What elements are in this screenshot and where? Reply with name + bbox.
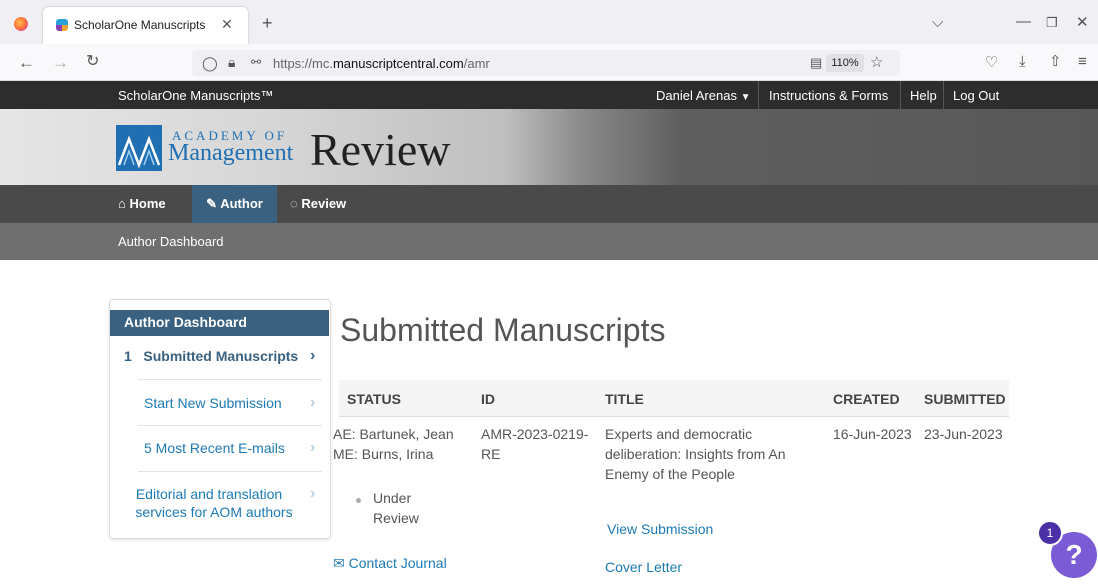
sidebar-item-count: 1 [124, 348, 132, 364]
restore-icon[interactable]: ❐ [1046, 16, 1058, 29]
associate-editor: AE: Bartunek, Jean [333, 426, 454, 442]
help-notification-badge: 1 [1037, 520, 1063, 546]
zoom-level[interactable]: 110% [826, 54, 864, 72]
reload-icon[interactable]: ↻ [86, 54, 99, 70]
column-header-status: STATUS [347, 391, 401, 407]
sidebar-item-start-new-submission[interactable]: Start New Submission › [144, 394, 320, 411]
sidebar-divider [138, 471, 322, 472]
sidebar-divider [138, 425, 322, 426]
sidebar-item-editorial-services[interactable]: Editorial and translation services for A… [134, 485, 320, 520]
new-tab-button[interactable]: + [262, 14, 273, 32]
sidebar-item-label: Submitted Manuscripts [143, 348, 299, 364]
permissions-icon[interactable]: ⚯ [251, 56, 261, 68]
bookmark-star-icon[interactable]: ☆ [870, 55, 883, 70]
brand-label: ScholarOne Manuscripts™ [118, 88, 274, 103]
page-title: Submitted Manuscripts [340, 312, 666, 348]
pocket-icon[interactable]: ♡ [985, 55, 998, 70]
column-header-id: ID [481, 391, 495, 407]
download-icon[interactable]: ⤓ [1019, 54, 1026, 69]
nav-home[interactable]: ⌂ Home [112, 185, 172, 223]
site-favicon-icon [56, 19, 68, 31]
tab-title: ScholarOne Manuscripts [74, 18, 206, 32]
close-window-icon[interactable]: ✕ [1076, 15, 1089, 30]
menu-icon[interactable]: ≡ [1078, 54, 1087, 69]
submitted-date: 23-Jun-2023 [924, 426, 1003, 442]
help-link[interactable]: Help [910, 88, 937, 103]
forward-icon[interactable]: → [52, 54, 69, 71]
nav-author[interactable]: ✎ Author [192, 185, 277, 223]
firefox-icon [14, 17, 28, 31]
sidebar-title: Author Dashboard [110, 310, 329, 336]
logout-link[interactable]: Log Out [953, 88, 999, 103]
user-name: Daniel Arenas [656, 88, 737, 103]
share-icon[interactable]: ⇧ [1049, 54, 1062, 69]
column-header-title: TITLE [605, 391, 644, 407]
column-header-submitted: SUBMITTED [924, 391, 1006, 407]
status-cell: AE: Bartunek, Jean ME: Burns, Irina [333, 424, 454, 464]
home-icon: ⌂ [118, 196, 126, 211]
topbar-divider [900, 81, 901, 109]
topbar-divider [758, 81, 759, 109]
nav-review[interactable]: ◌ Review [290, 185, 346, 223]
contact-journal-link[interactable]: ✉ Contact Journal [333, 555, 447, 572]
envelope-icon: ✉ [333, 555, 345, 571]
sidebar-divider [138, 379, 322, 380]
manuscript-title: Experts and democratic deliberation: Ins… [605, 426, 786, 482]
created-date: 16-Jun-2023 [833, 426, 912, 442]
bullet-icon [356, 498, 361, 503]
caret-down-icon: ▼ [740, 92, 751, 103]
reader-view-icon[interactable]: ▤ [810, 56, 822, 69]
pencil-icon: ✎ [206, 196, 218, 211]
shield-icon[interactable]: ◯ [202, 56, 218, 70]
tab-list-chevron-icon[interactable]: ⌵ [932, 15, 943, 30]
sidebar-item-label: 5 Most Recent E-mails [144, 440, 285, 456]
chevron-right-icon: › [310, 485, 316, 502]
url-text: https://mc.manuscriptcentral.com/amr [273, 56, 490, 71]
view-submission-link[interactable]: View Submission [607, 521, 713, 537]
close-tab-icon[interactable]: ✕ [221, 17, 233, 31]
chevron-right-icon: › [310, 394, 316, 411]
managing-editor: ME: Burns, Irina [333, 446, 434, 462]
manuscript-id: AMR-2023-0219- RE [481, 426, 589, 462]
user-menu[interactable]: Daniel Arenas ▼ [656, 88, 750, 103]
topbar-divider [943, 81, 944, 109]
instructions-forms-link[interactable]: Instructions & Forms [769, 88, 888, 103]
sidebar-item-label: Editorial and translation [135, 486, 283, 502]
journal-banner [0, 109, 1098, 185]
back-icon[interactable]: ← [18, 54, 35, 71]
chevron-right-icon: › [310, 439, 316, 456]
logo-line2: Management [168, 140, 294, 166]
lock-icon[interactable]: 🔒︎ [228, 55, 235, 69]
comment-icon: ◌ [290, 196, 298, 211]
status-text: Under Review [373, 490, 419, 526]
sidebar-item-recent-emails[interactable]: 5 Most Recent E-mails › [144, 439, 320, 456]
chevron-right-icon: › [310, 347, 316, 364]
column-header-created: CREATED [833, 391, 900, 407]
sidebar-item-label: services for AOM authors [135, 504, 293, 520]
journal-title: Review [310, 124, 451, 175]
sidebar-item-submitted-manuscripts[interactable]: 1 Submitted Manuscripts › [124, 347, 320, 364]
table-header [339, 380, 1009, 417]
sidebar-item-label: Start New Submission [144, 395, 282, 411]
question-icon: ? [1065, 539, 1083, 570]
breadcrumb[interactable]: Author Dashboard [118, 234, 224, 249]
cover-letter-link[interactable]: Cover Letter [605, 559, 682, 575]
minimize-icon[interactable]: — [1016, 14, 1031, 29]
aom-logo-icon[interactable] [116, 125, 162, 171]
